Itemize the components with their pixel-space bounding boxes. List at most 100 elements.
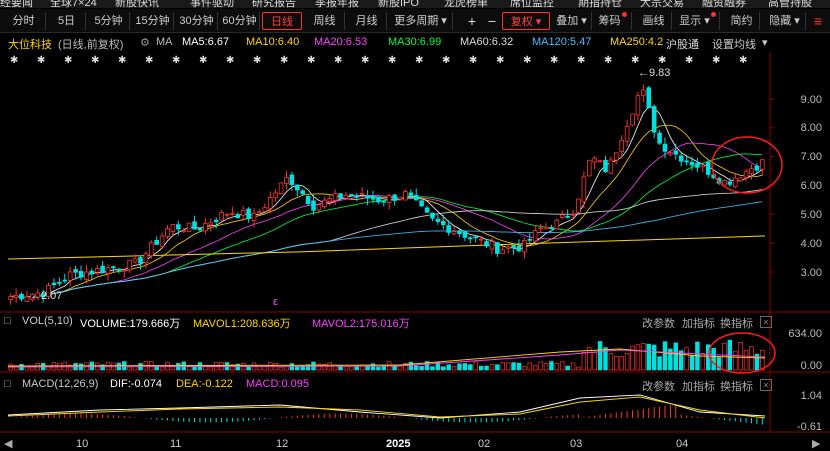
event-star-icon: ✱ — [91, 55, 99, 66]
volume-axis-top: 634.00 — [788, 328, 822, 340]
candle-down — [289, 174, 295, 186]
candle-down — [462, 231, 468, 238]
ma120-line — [10, 201, 763, 298]
candle-up — [619, 139, 625, 153]
volume-bar-up — [641, 343, 646, 371]
candle-up — [554, 219, 560, 230]
event-marker[interactable]: ε — [273, 296, 278, 308]
volume-bar-up — [749, 346, 754, 371]
candle-up — [13, 294, 19, 298]
candle-down — [657, 132, 662, 144]
volume-bar-down — [408, 361, 414, 371]
candle-down — [754, 165, 760, 171]
candle-down — [349, 194, 354, 196]
candle-up — [132, 258, 138, 263]
scroll-right-icon[interactable]: ▶ — [812, 437, 820, 450]
volume-bar-up — [451, 366, 457, 371]
candle-up — [84, 271, 89, 281]
macd-switch-indicator-button[interactable]: 换指标 — [720, 378, 753, 394]
candle-down — [111, 266, 116, 269]
volume-bar-up — [473, 361, 478, 371]
candle-up — [570, 213, 576, 216]
volume-close-icon[interactable]: × — [760, 316, 772, 328]
candle-up — [67, 271, 73, 281]
candle-down — [473, 236, 479, 239]
candle-down — [549, 227, 554, 230]
macd-add-indicator-button[interactable]: 加指标 — [682, 378, 715, 394]
macd-close-icon[interactable]: × — [760, 379, 772, 391]
volume-bar-down — [678, 350, 684, 371]
volume-bar-up — [349, 366, 354, 371]
volume-bar-down — [711, 347, 716, 371]
mavol2-line — [7, 349, 766, 368]
mavol2-value: MAVOL2:175.016万 — [312, 318, 410, 330]
candle-up — [203, 222, 208, 232]
ma250-line — [7, 235, 766, 260]
event-star-icon: ✱ — [280, 55, 288, 66]
candle-down — [689, 161, 695, 166]
price-tick-label: 6.00 — [800, 180, 822, 192]
price-tick-label: 8.00 — [800, 122, 822, 134]
candle-down — [527, 238, 533, 241]
candle-up — [257, 211, 262, 214]
dif-line — [7, 394, 766, 419]
volume-bar-down — [354, 365, 360, 371]
candle-up — [230, 213, 235, 216]
candle-down — [727, 181, 733, 185]
dea-line — [7, 396, 766, 419]
volume-switch-indicator-button[interactable]: 换指标 — [720, 315, 753, 331]
candle-up — [251, 212, 257, 222]
dif-value: DIF:-0.074 — [110, 378, 162, 390]
volume-bar-up — [505, 362, 511, 371]
candle-up — [386, 195, 392, 204]
event-star-icon: ✱ — [442, 55, 450, 66]
candle-up — [576, 198, 581, 213]
candle-up — [240, 209, 246, 216]
volume-bar-up — [186, 366, 192, 371]
macd-change-params-button[interactable]: 改参数 — [642, 378, 675, 394]
candle-down — [192, 221, 197, 230]
high-price-annotation: ←9.83 — [638, 67, 671, 79]
candle-up — [586, 159, 592, 177]
macd-collapse-icon[interactable]: □ — [4, 378, 11, 390]
macd-axis-bottom: -0.61 — [796, 421, 822, 433]
volume-bar-up — [522, 366, 527, 371]
volume-bar-up — [614, 355, 619, 371]
event-star-icon: ✱ — [172, 55, 180, 66]
candle-up — [284, 177, 289, 184]
volume-bar-up — [527, 362, 533, 371]
candle-up — [322, 199, 327, 208]
candle-up — [592, 157, 597, 163]
candle-up — [273, 192, 278, 198]
low-price-value: 2.07 — [41, 290, 63, 302]
candle-up — [760, 159, 765, 170]
volume-change-params-button[interactable]: 改参数 — [642, 315, 675, 331]
candle-down — [565, 215, 570, 218]
volume-add-indicator-button[interactable]: 加指标 — [682, 315, 715, 331]
event-star-icon: ✱ — [496, 55, 504, 66]
candle-up — [343, 194, 349, 199]
mavol1-value: MAVOL1:208.636万 — [193, 318, 291, 330]
candle-down — [678, 155, 684, 162]
candle-up — [614, 152, 619, 161]
x-tick-label: 11 — [170, 438, 182, 450]
event-star-icon: ✱ — [253, 55, 261, 66]
volume-bar-up — [500, 362, 505, 371]
volume-bar-down — [446, 364, 451, 371]
candle-up — [186, 222, 192, 232]
candle-up — [478, 238, 484, 241]
volume-bar-down — [246, 366, 251, 371]
volume-value: VOLUME:179.666万 — [80, 318, 181, 330]
candle-down — [338, 193, 343, 199]
x-tick-label: 2025 — [386, 438, 411, 450]
volume-bar-up — [760, 349, 765, 371]
volume-collapse-icon[interactable]: □ — [4, 315, 11, 327]
event-star-icon: ✱ — [118, 55, 126, 66]
volume-bar-up — [592, 352, 597, 371]
volume-bar-down — [511, 362, 516, 371]
price-tick-label: 7.00 — [800, 151, 822, 163]
candle-up — [181, 230, 187, 233]
candle-down — [116, 269, 122, 271]
scroll-left-icon[interactable]: ◀ — [4, 437, 12, 450]
candle-down — [705, 161, 711, 175]
